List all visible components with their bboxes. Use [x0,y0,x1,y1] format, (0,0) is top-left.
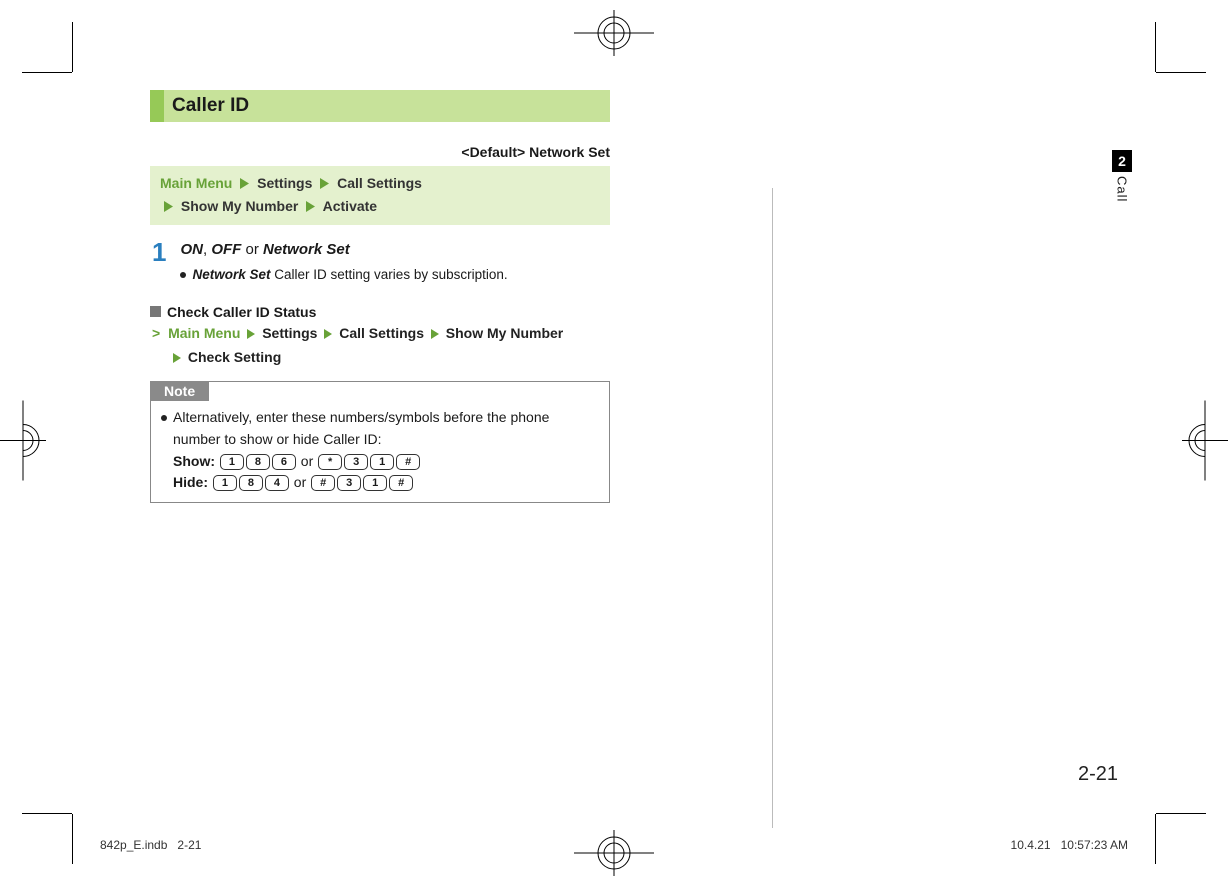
side-tab-number: 2 [1112,150,1132,172]
check-heading: Check Caller ID Status [150,304,610,320]
crop-mark-tl [22,22,92,92]
column-divider [772,188,773,828]
show-seq-1: 186 [219,453,297,469]
keycap: 1 [220,454,244,470]
keycap: 8 [239,475,263,491]
registration-target-top [574,10,654,56]
side-tab: 2 Call [1112,150,1132,202]
page-number: 2-21 [1078,763,1118,786]
step-number: 1 [152,239,166,265]
keycap: 1 [363,475,387,491]
keycap: 6 [272,454,296,470]
chevron-right-icon [240,173,249,195]
or-text: or [294,474,306,490]
chevron-right-icon [324,323,332,347]
option-on: ON [180,241,203,258]
chevron-right-icon [247,323,255,347]
keycap: # [389,475,413,491]
menu-path-item: Call Settings [337,175,422,191]
note-body: Alternatively, enter these numbers/symbo… [151,401,609,502]
footer-right: 10.4.21 10:57:23 AM [1011,838,1128,852]
footer-file: 842p_E.indb [100,838,167,852]
angle-right-icon: > [152,325,160,341]
show-label: Show: [173,453,215,469]
trail-item: Check Setting [188,349,281,365]
crop-mark-tr [1136,22,1206,92]
separator: , [203,241,207,258]
step-sub-bullet: Network Set Caller ID setting varies by … [180,265,610,285]
keycap: 1 [213,475,237,491]
trail-item: Call Settings [339,325,424,341]
default-label: <Default> Network Set [150,144,610,160]
registration-target-bottom [574,830,654,876]
chevron-right-icon [164,196,173,218]
hide-seq-1: 184 [212,474,290,490]
crop-mark-bl [22,794,92,864]
chevron-right-icon [431,323,439,347]
or-text: or [245,241,258,258]
hide-label: Hide: [173,474,208,490]
note-intro: Alternatively, enter these numbers/symbo… [173,409,549,447]
section-header: Caller ID [150,90,610,122]
keycap: # [311,475,335,491]
menu-path-item: Show My Number [181,198,298,214]
footer-date: 10.4.21 [1011,838,1051,852]
footer-time: 10:57:23 AM [1061,838,1128,852]
option-networkset: Network Set [263,241,350,258]
square-bullet-icon [150,306,161,317]
check-heading-text: Check Caller ID Status [167,304,316,320]
or-text: or [301,453,313,469]
check-trail: > Main Menu Settings Call Settings Show … [150,322,610,372]
trail-item: Settings [262,325,317,341]
keycap: * [318,454,342,470]
note-label: Note [150,381,209,401]
sub-bullet-text: Network Set Caller ID setting varies by … [192,265,507,285]
footer-meta: 842p_E.indb 2-21 10.4.21 10:57:23 AM [100,838,1128,852]
trail-main: Main Menu [168,325,240,341]
keycap: 3 [337,475,361,491]
menu-path-main: Main Menu [160,175,232,191]
sub-text: Caller ID setting varies by subscription… [274,267,507,282]
trail-item: Show My Number [446,325,563,341]
page-area: Caller ID <Default> Network Set Main Men… [150,90,1128,806]
content-column: Caller ID <Default> Network Set Main Men… [150,90,610,503]
crop-mark-br [1136,794,1206,864]
option-off: OFF [211,241,241,258]
note-text: Alternatively, enter these numbers/symbo… [173,407,599,494]
bullet-icon [180,272,186,278]
section-title: Caller ID [164,90,610,122]
sub-label: Network Set [192,267,270,282]
registration-target-left [0,401,46,486]
footer-page: 2-21 [177,838,201,852]
chevron-right-icon [173,347,181,371]
registration-target-right [1182,401,1228,486]
section-accent-bar [150,90,164,122]
footer-left: 842p_E.indb 2-21 [100,838,201,852]
show-seq-2: *31# [317,453,421,469]
chevron-right-icon [306,196,315,218]
bullet-icon [161,415,167,421]
keycap: 1 [370,454,394,470]
hide-seq-2: #31# [310,474,414,490]
keycap: 8 [246,454,270,470]
menu-path-item: Settings [257,175,312,191]
step-body: ON, OFF or Network Set Network Set Calle… [180,239,610,286]
keycap: 4 [265,475,289,491]
note-box: Note Alternatively, enter these numbers/… [150,381,610,503]
keycap: 3 [344,454,368,470]
chevron-right-icon [320,173,329,195]
keycap: # [396,454,420,470]
menu-path: Main Menu Settings Call Settings Show My… [150,166,610,225]
side-tab-label: Call [1115,176,1130,202]
step-1: 1 ON, OFF or Network Set Network Set Cal… [150,239,610,286]
menu-path-item: Activate [323,198,377,214]
